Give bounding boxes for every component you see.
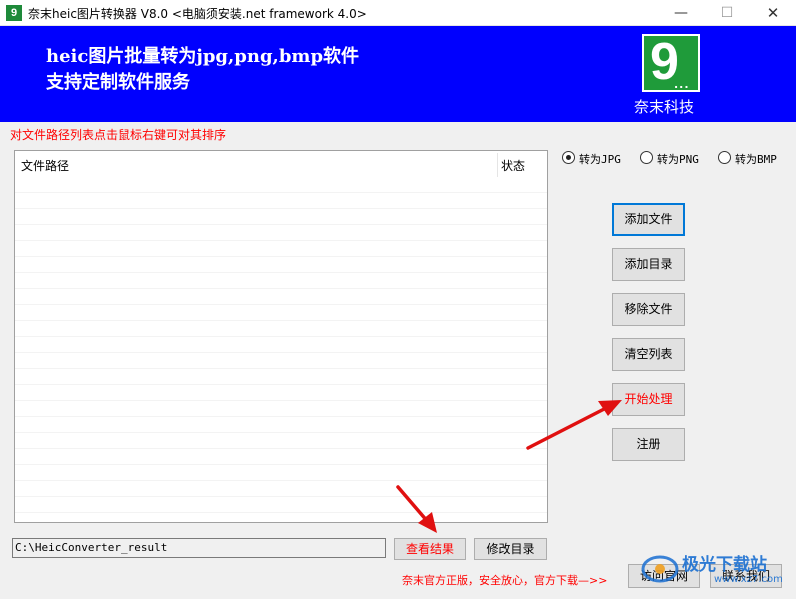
radio-bmp-indicator[interactable]: [718, 151, 731, 164]
radio-jpg[interactable]: 转为JPG: [562, 150, 632, 166]
radio-jpg-indicator[interactable]: [562, 151, 575, 164]
start-processing-button[interactable]: 开始处理: [612, 383, 685, 416]
minimize-button[interactable]: —: [658, 0, 704, 26]
list-header: 文件路径 状态: [15, 151, 547, 177]
register-button[interactable]: 注册: [612, 428, 685, 461]
contact-us-button[interactable]: 联系我们: [710, 564, 782, 588]
radio-png[interactable]: 转为PNG: [640, 150, 712, 166]
window-title: 奈末heic图片转换器 V8.0 <电脑须安装.net framework 4.…: [28, 7, 367, 21]
logo-dots: ...: [674, 78, 690, 91]
sort-hint: 对文件路径列表点击鼠标右键可对其排序: [10, 128, 227, 142]
radio-jpg-label[interactable]: 转为JPG: [579, 151, 621, 167]
change-directory-button[interactable]: 修改目录: [474, 538, 547, 560]
visit-site-button[interactable]: 访问官网: [628, 564, 700, 588]
clear-list-button[interactable]: 清空列表: [612, 338, 685, 371]
close-button[interactable]: ✕: [750, 0, 796, 26]
banner-subline: 支持定制软件服务: [46, 72, 190, 93]
column-header-status[interactable]: 状态: [501, 157, 525, 174]
add-directory-button[interactable]: 添加目录: [612, 248, 685, 281]
company-name: 奈末科技: [634, 98, 695, 116]
header-banner: heic图片批量转为jpg,png,bmp软件 支持定制软件服务 9 ... 奈…: [0, 26, 796, 122]
radio-bmp-label[interactable]: 转为BMP: [735, 151, 777, 167]
remove-file-button[interactable]: 移除文件: [612, 293, 685, 326]
official-notice: 奈末官方正版，安全放心，官方下载—>>: [402, 574, 608, 587]
column-header-path[interactable]: 文件路径: [21, 157, 69, 174]
radio-png-label[interactable]: 转为PNG: [657, 151, 699, 167]
maximize-button[interactable]: ☐: [704, 0, 750, 26]
company-logo: 9 ...: [642, 34, 700, 92]
radio-bmp[interactable]: 转为BMP: [718, 150, 792, 166]
radio-png-indicator[interactable]: [640, 151, 653, 164]
column-divider[interactable]: [497, 153, 498, 177]
view-result-button[interactable]: 查看结果: [394, 538, 466, 560]
add-file-button[interactable]: 添加文件: [612, 203, 685, 236]
app-icon: 9: [6, 5, 22, 21]
banner-headline: heic图片批量转为jpg,png,bmp软件: [46, 46, 360, 67]
list-body[interactable]: [15, 177, 547, 522]
title-bar: 9 奈末heic图片转换器 V8.0 <电脑须安装.net framework …: [0, 0, 796, 26]
output-path-field[interactable]: C:\HeicConverter_result: [12, 538, 386, 558]
file-list[interactable]: 文件路径 状态: [14, 150, 548, 523]
